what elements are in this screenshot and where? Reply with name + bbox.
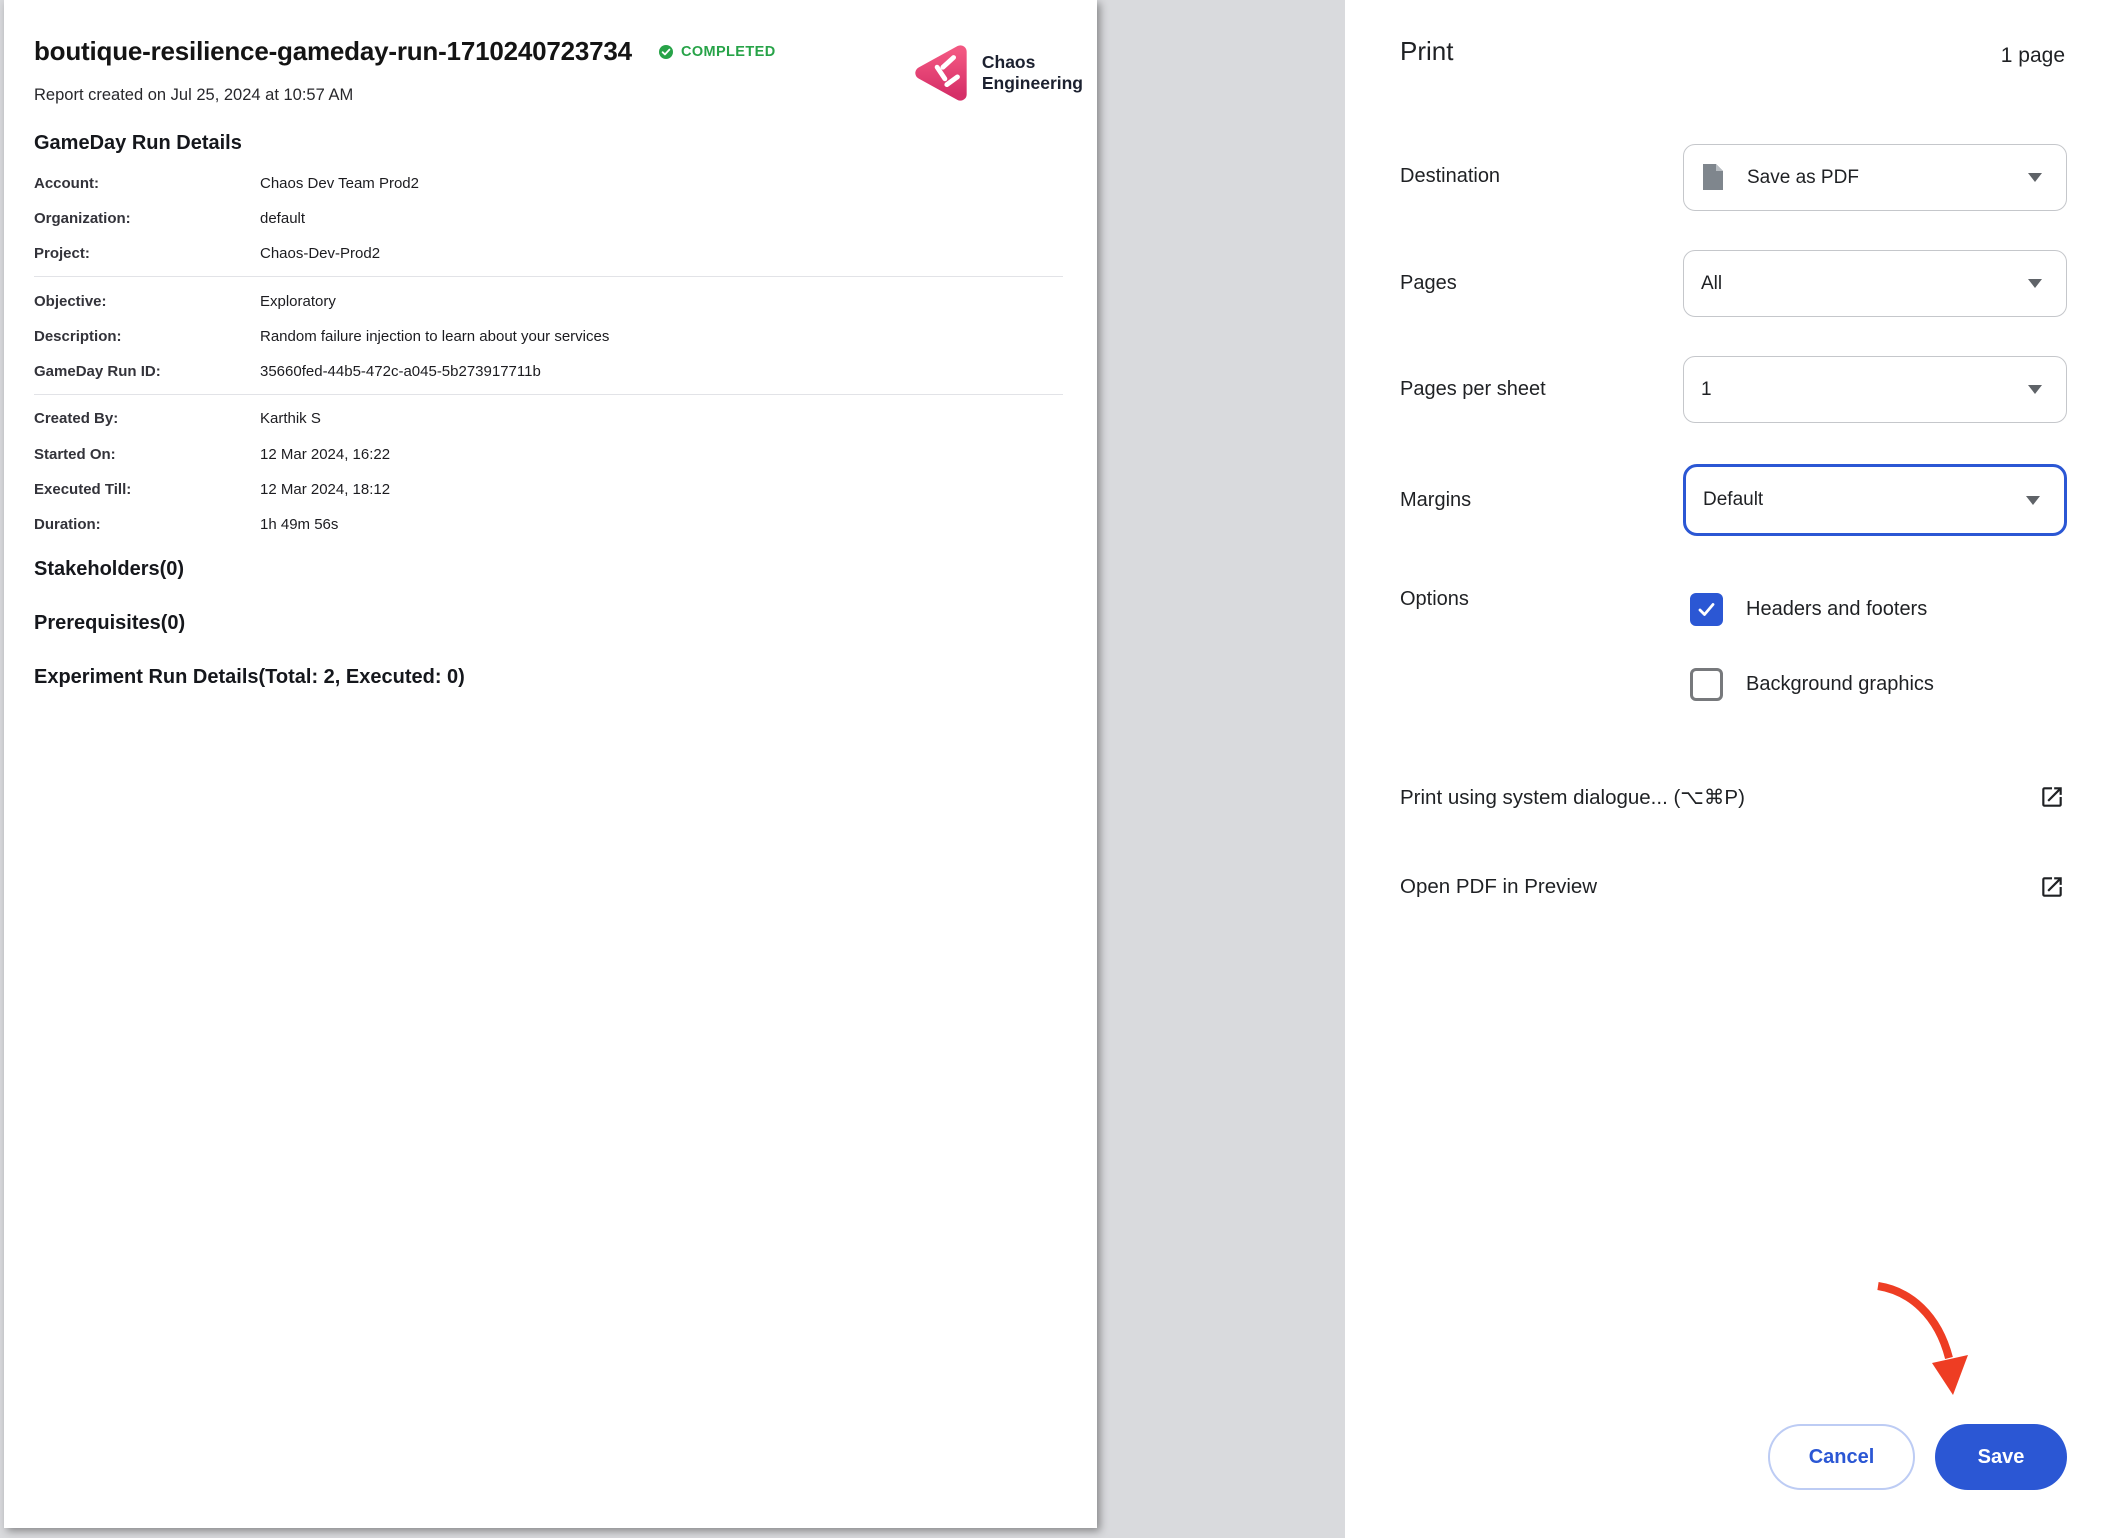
detail-row-objective: Objective:Exploratory: [34, 293, 1064, 310]
detail-label: GameDay Run ID:: [34, 363, 260, 380]
pages-dropdown[interactable]: All: [1683, 250, 2067, 317]
pages-per-sheet-dropdown[interactable]: 1: [1683, 356, 2067, 423]
chaos-logo-icon: [910, 42, 972, 104]
status-badge: COMPLETED: [658, 44, 776, 60]
report-created-line: Report created on Jul 25, 2024 at 10:57 …: [34, 86, 353, 105]
section-divider: [34, 276, 1063, 277]
detail-label: Description:: [34, 328, 260, 345]
pages-per-sheet-label: Pages per sheet: [1400, 378, 1546, 401]
detail-label: Executed Till:: [34, 481, 260, 498]
headers-footers-label: Headers and footers: [1746, 598, 1927, 621]
detail-label: Objective:: [34, 293, 260, 310]
margins-label: Margins: [1400, 489, 1471, 512]
detail-value: Exploratory: [260, 293, 336, 310]
detail-label: Duration:: [34, 516, 260, 533]
detail-value: 12 Mar 2024, 18:12: [260, 481, 390, 498]
detail-value: Chaos-Dev-Prod2: [260, 245, 380, 262]
section-heading-prerequisites: Prerequisites(0): [34, 612, 185, 635]
option-background-graphics: Background graphics: [1690, 668, 1934, 701]
annotation-arrow-to-save: [1850, 1255, 2010, 1415]
print-dialog-title: Print: [1400, 36, 1453, 67]
background-graphics-checkbox[interactable]: [1690, 668, 1723, 701]
background-graphics-label: Background graphics: [1746, 673, 1934, 696]
print-system-dialogue-link[interactable]: Print using system dialogue... (⌥⌘P): [1400, 780, 2065, 814]
section-heading-experiment-run-details: Experiment Run Details(Total: 2, Execute…: [34, 666, 465, 689]
print-settings-panel: Print 1 page Destination Save as PDF Pag…: [1345, 0, 2110, 1538]
document-title: boutique-resilience-gameday-run-17102407…: [34, 36, 632, 67]
pages-per-sheet-value: 1: [1701, 379, 1712, 401]
detail-row-created-by: Created By:Karthik S: [34, 410, 1064, 427]
checkmark-icon: [1696, 599, 1717, 620]
open-pdf-preview-label: Open PDF in Preview: [1400, 875, 1597, 899]
chevron-down-icon: [2026, 496, 2040, 505]
detail-value: Karthik S: [260, 410, 321, 427]
detail-row-duration: Duration:1h 49m 56s: [34, 516, 1064, 533]
destination-dropdown[interactable]: Save as PDF: [1683, 144, 2067, 211]
external-link-icon: [2039, 874, 2065, 900]
detail-label: Project:: [34, 245, 260, 262]
pdf-file-icon: [1701, 163, 1725, 192]
chaos-engineering-logo: Chaos Engineering: [910, 42, 1083, 104]
status-badge-label: COMPLETED: [681, 44, 776, 60]
external-link-icon: [2039, 784, 2065, 810]
detail-value: 35660fed-44b5-472c-a045-5b273917711b: [260, 363, 541, 380]
print-preview-area: boutique-resilience-gameday-run-17102407…: [0, 0, 1345, 1538]
detail-row-organization: Organization:default: [34, 210, 1064, 227]
page-count: 1 page: [2001, 44, 2065, 68]
chevron-down-icon: [2028, 279, 2042, 288]
detail-row-gameday-run-id: GameDay Run ID:35660fed-44b5-472c-a045-5…: [34, 363, 1064, 380]
print-system-dialogue-label: Print using system dialogue... (⌥⌘P): [1400, 785, 1745, 810]
section-heading-gameday-run-details: GameDay Run Details: [34, 132, 242, 155]
margins-dropdown[interactable]: Default: [1683, 464, 2067, 536]
open-pdf-preview-link[interactable]: Open PDF in Preview: [1400, 870, 2065, 904]
section-heading-stakeholders: Stakeholders(0): [34, 558, 184, 581]
section-divider: [34, 394, 1063, 395]
pages-label: Pages: [1400, 272, 1457, 295]
detail-row-project: Project:Chaos-Dev-Prod2: [34, 245, 1064, 262]
detail-value: default: [260, 210, 305, 227]
detail-label: Organization:: [34, 210, 260, 227]
detail-value: 12 Mar 2024, 16:22: [260, 446, 390, 463]
detail-row-started-on: Started On:12 Mar 2024, 16:22: [34, 446, 1064, 463]
pages-value: All: [1701, 273, 1722, 295]
completed-check-icon: [658, 44, 674, 60]
detail-value: 1h 49m 56s: [260, 516, 338, 533]
detail-value: Chaos Dev Team Prod2: [260, 175, 419, 192]
destination-label: Destination: [1400, 165, 1500, 188]
chevron-down-icon: [2028, 173, 2042, 182]
detail-value: Random failure injection to learn about …: [260, 328, 609, 345]
detail-row-account: Account:Chaos Dev Team Prod2: [34, 175, 1064, 192]
destination-value: Save as PDF: [1747, 167, 1859, 189]
chevron-down-icon: [2028, 385, 2042, 394]
cancel-button[interactable]: Cancel: [1768, 1424, 1915, 1490]
save-button[interactable]: Save: [1935, 1424, 2067, 1490]
detail-row-executed-till: Executed Till:12 Mar 2024, 18:12: [34, 481, 1064, 498]
detail-row-description: Description:Random failure injection to …: [34, 328, 1064, 345]
margins-value: Default: [1703, 489, 1763, 511]
logo-text-line1: Chaos: [982, 52, 1083, 73]
detail-label: Account:: [34, 175, 260, 192]
logo-text-line2: Engineering: [982, 73, 1083, 94]
headers-footers-checkbox[interactable]: [1690, 593, 1723, 626]
detail-label: Created By:: [34, 410, 260, 427]
document-preview-page: boutique-resilience-gameday-run-17102407…: [4, 0, 1097, 1528]
option-headers-and-footers: Headers and footers: [1690, 593, 1927, 626]
detail-label: Started On:: [34, 446, 260, 463]
options-label: Options: [1400, 588, 1469, 611]
